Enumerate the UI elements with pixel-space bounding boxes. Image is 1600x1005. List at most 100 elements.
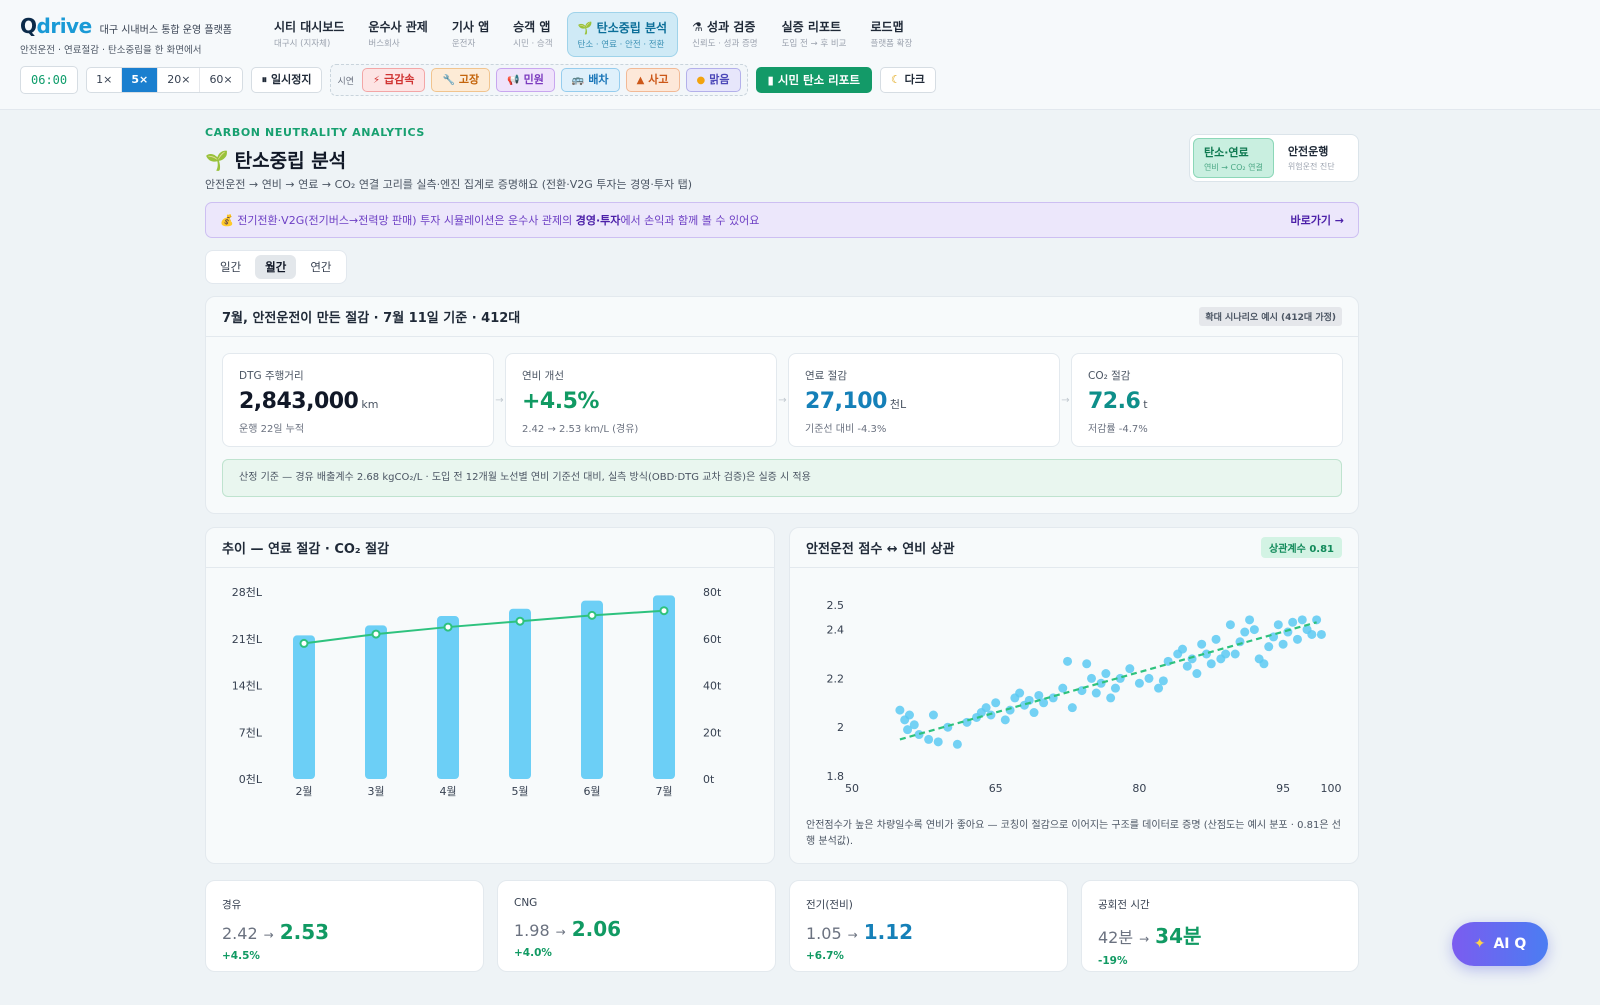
scenario-complaint-button[interactable]: 📢 민원 [496, 68, 555, 92]
kpi-co2-savings: CO₂ 절감 72.6 t 저감률 -4.7% [1071, 353, 1343, 447]
scatter-point [1058, 683, 1068, 693]
stat-cng: CNG 1.98 → 2.06 +4.0% [497, 880, 776, 972]
scatter-point [1264, 642, 1274, 652]
x-tick-label: 50 [845, 782, 859, 795]
y-tick-label: 28천L [232, 585, 263, 599]
scatter-point [1110, 683, 1120, 693]
scenario-breakdown-button[interactable]: 🔧 고장 [431, 68, 491, 92]
bar [437, 616, 459, 779]
scatter-point [1307, 629, 1317, 639]
x-tick-label: 2월 [295, 785, 312, 798]
scatter-chart: 1.8 2 2.2 2.4 2.5 50 65 80 95 100 [827, 599, 1342, 795]
scenario-label: 시연 [337, 76, 355, 87]
scatter-point [1240, 627, 1250, 637]
kpi-fuel-savings: 연료 절감 27,100 천L 기준선 대비 -4.3% [788, 353, 1060, 447]
logo[interactable]: Qdrive [20, 14, 92, 38]
nav-city-dashboard[interactable]: 시티 대시보드 대구시 (지자체) [264, 12, 354, 57]
bus-icon: 🚌 [571, 75, 585, 86]
scatter-note: 안전점수가 높은 차량일수록 연비가 좋아요 — 코칭이 절감으로 이어지는 구… [806, 820, 1341, 847]
scenario-accident-button[interactable]: ▲ 사고 [625, 68, 680, 92]
x-tick-label: 4월 [439, 785, 456, 798]
correlation-badge: 상관계수 0.81 [1261, 537, 1342, 558]
nav-driver-app[interactable]: 기사 앱 운전자 [442, 12, 499, 57]
trend-chart-card: 추이 — 연료 절감 · CO₂ 절감 0천L 7천L 14천L 21천L 28천L 0t… [205, 527, 775, 864]
pause-button[interactable]: ⏸ 일시정지 [250, 67, 323, 93]
scatter-point [1278, 639, 1288, 649]
nav-pilot-report[interactable]: 실증 리포트 도입 전 → 후 비교 [772, 12, 857, 57]
scatter-point [1249, 625, 1259, 635]
scatter-point [1316, 629, 1326, 639]
notice-text: 💰 전기전환·V2G(전기버스→전력망 판매) 투자 시뮬레이션은 운수사 관제… [220, 214, 760, 227]
scatter-point [895, 705, 905, 715]
notice-shortcut-link[interactable]: 바로가기 → [1290, 212, 1344, 228]
tab-daily[interactable]: 일간 [210, 255, 251, 279]
sim-clock: 06:00 [20, 66, 79, 94]
scatter-point [1206, 659, 1216, 669]
y-tick-label: 21천L [232, 632, 263, 646]
scenario-dispatch-button[interactable]: 🚌 배차 [560, 68, 620, 92]
speed-60x-button[interactable]: 60× [200, 68, 241, 92]
brand[interactable]: Qdrive 대구 시내버스 통합 운영 플랫폼 안전운전 · 연료절감 · 탄… [20, 14, 232, 56]
scatter-point [900, 715, 910, 725]
nav-carbon-analysis[interactable]: 🌱 탄소중립 분석 탄소 · 연료 · 안전 · 전환 [566, 12, 679, 57]
scatter-point [991, 698, 1001, 708]
scatter-point [903, 725, 913, 735]
trend-line [899, 621, 1317, 741]
scenario-tag: 확대 시나리오 예시 (412대 가정) [1199, 307, 1342, 326]
scatter-point [1292, 634, 1302, 644]
bar [365, 625, 387, 779]
brand-subtitle: 안전운전 · 연료절감 · 탄소중립을 한 화면에서 [20, 45, 202, 56]
nav-operator-control[interactable]: 운수사 관제 버스회사 [358, 12, 437, 57]
speed-5x-button[interactable]: 5× [122, 68, 159, 92]
scatter-point [1134, 678, 1144, 688]
page-subtitle: 안전운전 → 연비 → 연료 → CO₂ 연결 고리를 실측·엔진 집계로 증명… [205, 178, 693, 191]
co2-line [303, 609, 665, 645]
correlation-chart-card: 안전운전 점수 ↔ 연비 상관 상관계수 0.81 1.8 2 2.2 2.4 2.5 5… [789, 527, 1359, 864]
megaphone-icon: 📢 [507, 75, 520, 86]
speed-20x-button[interactable]: 20× [158, 68, 201, 92]
scatter-point [924, 734, 934, 744]
scatter-point [1158, 676, 1168, 686]
x-tick-label: 95 [1276, 782, 1290, 795]
tab-monthly[interactable]: 월간 [255, 255, 297, 279]
scatter-point [1273, 620, 1283, 630]
flask-icon: ⚗ [692, 20, 703, 34]
scatter-chart-title: 안전운전 점수 ↔ 연비 상관 [806, 542, 955, 557]
y-tick-label: 14천L [232, 679, 263, 693]
dark-mode-button[interactable]: ☾ 다크 [879, 67, 936, 93]
scatter-point [1283, 627, 1293, 637]
tab-carbon-fuel[interactable]: 탄소·연료 연비 → CO₂ 연결 [1193, 138, 1274, 178]
scatter-point [1039, 698, 1049, 708]
seedling-icon: 🌱 [577, 21, 593, 35]
ai-q-button[interactable]: ✦ AI Q [1452, 922, 1548, 966]
citizen-carbon-report-button[interactable]: ▮ 시민 탄소 리포트 [755, 67, 872, 93]
nav-roadmap[interactable]: 로드맵 플랫폼 확장 [861, 12, 923, 57]
tab-yearly[interactable]: 연간 [300, 255, 341, 279]
scenario-clear-button[interactable]: ● 맑음 [685, 68, 741, 92]
scenario-group: 시연 ⚡ 급감속 🔧 고장 📢 민원 🚌 배차 ▲ 사고 ● 맑음 [330, 64, 748, 96]
x-tick-label: 80 [1132, 782, 1146, 795]
speed-1x-button[interactable]: 1× [87, 68, 123, 92]
top-header: Qdrive 대구 시내버스 통합 운영 플랫폼 안전운전 · 연료절감 · 탄… [0, 0, 1600, 110]
sun-icon: ● [696, 75, 706, 86]
nav-passenger-app[interactable]: 승객 앱 시민 · 승객 [503, 12, 562, 57]
co2-point [299, 638, 309, 648]
y2-tick-label: 80t [703, 586, 722, 599]
y-tick-label: 2 [837, 721, 844, 734]
tab-safe-driving[interactable]: 안전운행 위험운전 진단 [1278, 138, 1355, 178]
y2-tick-label: 20t [703, 726, 722, 739]
scatter-point [1245, 615, 1255, 625]
arrow-right-icon: → [495, 394, 504, 406]
x-tick-label: 100 [1321, 782, 1342, 795]
wrench-icon: 🔧 [442, 75, 455, 86]
y-tick-label: 2.5 [827, 599, 845, 612]
x-tick-label: 3월 [367, 785, 384, 798]
scenario-harsh-brake-button[interactable]: ⚡ 급감속 [362, 68, 426, 92]
speed-selector: 1× 5× 20× 60× [86, 67, 243, 93]
sparkle-icon: ✦ [1473, 936, 1486, 952]
scatter-point [1216, 654, 1226, 664]
x-tick-label: 7월 [655, 785, 672, 798]
scatter-point [1101, 669, 1111, 679]
nav-performance-verification[interactable]: ⚗ 성과 검증 신뢰도 · 성과 증명 [682, 12, 768, 57]
y-tick-label: 2.4 [827, 624, 845, 637]
